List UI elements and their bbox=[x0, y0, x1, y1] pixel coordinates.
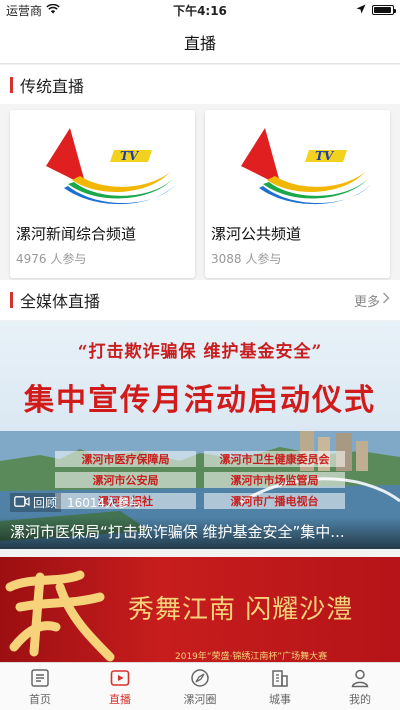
play-icon bbox=[110, 669, 130, 686]
section-header-media: 全媒体直播 更多 bbox=[0, 280, 400, 320]
channel-grid: TV 漯河新闻综合频道 4976 人参与 TV 漯河公共频道 3088 人参与 bbox=[0, 104, 400, 284]
tab-home[interactable]: 首页 bbox=[0, 663, 80, 710]
user-icon bbox=[351, 669, 369, 687]
banner-headline: 集中宣传月活动启动仪式 bbox=[24, 383, 376, 418]
svg-text:TV: TV bbox=[120, 149, 140, 163]
tv-logo-icon: TV bbox=[10, 110, 195, 220]
banner-subtitle-2: 2019年“荣盛·锦绣江南杯”广场舞大赛 bbox=[175, 652, 328, 662]
channel-card-public[interactable]: TV 漯河公共频道 3088 人参与 bbox=[205, 110, 390, 278]
news-icon bbox=[31, 668, 49, 687]
replay-label: 回顾 bbox=[33, 496, 58, 510]
section-title-traditional: 传统直播 bbox=[20, 77, 85, 96]
tv-logo-icon: TV bbox=[205, 110, 390, 220]
organizer-name: 漯河市市场监管局 bbox=[204, 472, 345, 488]
tab-label: 首页 bbox=[29, 692, 51, 706]
location-arrow-icon bbox=[356, 3, 366, 17]
tab-city[interactable]: 城事 bbox=[240, 663, 320, 710]
tab-label: 漯河圈 bbox=[183, 692, 217, 706]
more-link[interactable]: 更多 bbox=[354, 291, 390, 310]
viewer-count: 16014人参与 bbox=[67, 496, 142, 510]
tab-label: 城事 bbox=[269, 692, 291, 706]
building-icon bbox=[272, 669, 288, 687]
video-camera-icon bbox=[14, 495, 30, 510]
tab-label: 直播 bbox=[109, 692, 131, 706]
organizer-name: 漯河市卫生健康委员会 bbox=[204, 451, 345, 467]
brush-calligraphy-icon bbox=[5, 570, 115, 662]
organizer-name: 漯河市医疗保障局 bbox=[55, 451, 196, 467]
page-title: 直播 bbox=[183, 33, 216, 53]
tab-circle[interactable]: 漯河圈 bbox=[160, 663, 240, 710]
banner-headline-2: 秀舞江南 闪耀沙澧 bbox=[128, 595, 354, 625]
battery-icon bbox=[372, 5, 396, 15]
tab-live[interactable]: 直播 bbox=[80, 663, 160, 710]
more-label: 更多 bbox=[353, 294, 380, 310]
wifi-icon bbox=[46, 3, 60, 17]
section-accent-bar bbox=[10, 292, 13, 308]
channel-participants: 4976 人参与 bbox=[16, 252, 87, 266]
tab-label: 我的 bbox=[349, 692, 371, 706]
chevron-right-icon bbox=[382, 292, 390, 308]
tab-profile[interactable]: 我的 bbox=[320, 663, 400, 710]
nav-bar: 直播 bbox=[0, 20, 400, 64]
section-accent-bar bbox=[10, 77, 13, 93]
battery-level bbox=[374, 7, 392, 13]
channel-name: 漯河公共频道 bbox=[211, 225, 302, 243]
banner-slogan: “打击欺诈骗保 维护基金安全” bbox=[77, 342, 323, 362]
live-item-banner-2[interactable]: 秀舞江南 闪耀沙澧 2019年“荣盛·锦绣江南杯”广场舞大赛 bbox=[0, 557, 400, 662]
live-meta-row: 回顾 16014人参与 bbox=[10, 493, 141, 512]
live-item-title: 漯河市医保局“打击欺诈骗保 维护基金安全”集中... bbox=[0, 517, 400, 549]
organizer-name: 漯河市广播电视台 bbox=[204, 493, 345, 509]
compass-icon bbox=[191, 668, 209, 687]
section-header-traditional: 传统直播 bbox=[0, 65, 400, 105]
organizer-name: 漯河市公安局 bbox=[55, 472, 196, 488]
section-title-media: 全媒体直播 bbox=[20, 292, 101, 311]
status-bar: 运营商 下午4:16 bbox=[0, 0, 400, 20]
channel-card-news[interactable]: TV 漯河新闻综合频道 4976 人参与 bbox=[10, 110, 195, 278]
bottom-tab-bar: 首页 直播 漯河圈 城事 我的 bbox=[0, 662, 400, 710]
channel-name: 漯河新闻综合频道 bbox=[16, 225, 137, 243]
replay-badge: 回顾 bbox=[10, 493, 62, 512]
live-item-banner[interactable]: “打击欺诈骗保 维护基金安全” 集中宣传月活动启动仪式 漯河市医疗保障局 漯河市… bbox=[0, 321, 400, 549]
carrier-label: 运营商 bbox=[6, 3, 43, 18]
status-time: 下午4:16 bbox=[173, 3, 227, 18]
channel-participants: 3088 人参与 bbox=[211, 252, 282, 266]
svg-text:TV: TV bbox=[315, 149, 335, 163]
